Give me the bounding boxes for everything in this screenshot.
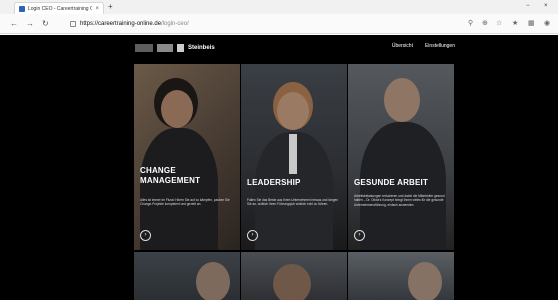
favorites-bar-icon[interactable]: ★	[512, 19, 518, 29]
address-bar[interactable]: https://careertraining-online.de /login-…	[70, 18, 450, 30]
browser-tab[interactable]: Login CEO - Careertraining Onli ×	[14, 2, 104, 14]
tab-title: Login CEO - Careertraining Onli	[28, 5, 93, 12]
tile-arrow-icon[interactable]: ›	[354, 230, 365, 241]
tab-close-icon[interactable]: ×	[95, 6, 99, 12]
person-face	[384, 78, 420, 122]
browser-toolbar: ← → ↻ https://careertraining-online.de /…	[0, 14, 558, 34]
tile-title: CHANGE MANAGEMENT	[140, 166, 201, 185]
site-nav: Übersicht Einstellungen	[392, 43, 455, 49]
page-content: Steinbeis Übersicht Einstellungen CHANGE…	[0, 35, 558, 300]
tile-row2-3[interactable]	[348, 252, 454, 300]
tile-title: LEADERSHIP	[247, 178, 301, 187]
tile-title: GESUNDE ARBEIT	[354, 178, 429, 187]
person-face	[196, 262, 230, 300]
lock-icon	[70, 21, 76, 27]
person-face	[408, 262, 442, 300]
site-logo[interactable]: Steinbeis	[135, 43, 215, 53]
brand-name: Steinbeis	[188, 45, 215, 51]
person-body	[140, 128, 218, 250]
new-tab-button[interactable]: +	[108, 2, 113, 12]
tile-description: Fallen Sie das Beste aus Ihren Unternehm…	[247, 198, 339, 207]
tile-row2-2[interactable]	[241, 252, 347, 300]
steinbeis-logo-icon	[177, 44, 184, 52]
tile-leadership[interactable]: LEADERSHIP Fallen Sie das Beste aus Ihre…	[241, 64, 347, 250]
tile-description: Arbeitsbelastungen reduzieren und dabei …	[354, 194, 445, 207]
tile-arrow-icon[interactable]: ›	[140, 230, 151, 241]
tile-row2-1[interactable]	[134, 252, 240, 300]
tile-change-management[interactable]: CHANGE MANAGEMENT Alles ist immer im Flu…	[134, 64, 240, 250]
minimize-window-button[interactable]: −	[526, 0, 530, 12]
logo-mark-1	[135, 44, 153, 52]
nav-link-uebersicht[interactable]: Übersicht	[392, 43, 413, 49]
forward-button[interactable]: →	[26, 19, 34, 29]
favorite-star-icon[interactable]: ☆	[496, 19, 502, 29]
tile-description: Alles ist immer im Fluss! Hören Sie auf …	[140, 198, 230, 207]
back-button[interactable]: ←	[10, 19, 18, 29]
nav-link-einstellungen[interactable]: Einstellungen	[425, 43, 455, 49]
reload-button[interactable]: ↻	[42, 19, 49, 29]
person-face	[161, 90, 193, 128]
profile-icon[interactable]: ◉	[544, 19, 550, 29]
collections-icon[interactable]: ▦	[528, 19, 535, 29]
logo-mark-2	[157, 44, 173, 52]
shirt	[289, 134, 297, 174]
url-host: https://careertraining-online.de	[80, 21, 162, 27]
tile-gesunde-arbeit[interactable]: GESUNDE ARBEIT Arbeitsbelastungen reduzi…	[348, 64, 454, 250]
person-face	[273, 264, 311, 300]
tile-arrow-icon[interactable]: ›	[247, 230, 258, 241]
site-favicon-icon	[19, 5, 25, 12]
course-grid: CHANGE MANAGEMENT Alles ist immer im Flu…	[134, 64, 454, 300]
url-path: /login-ceo/	[161, 21, 189, 27]
search-icon[interactable]: ⚲	[468, 19, 473, 29]
close-window-button[interactable]: ×	[544, 0, 548, 12]
person-face	[277, 92, 309, 130]
browser-tab-bar: Login CEO - Careertraining Onli × + − ×	[0, 0, 558, 14]
zoom-icon[interactable]: ⊕	[482, 19, 488, 29]
